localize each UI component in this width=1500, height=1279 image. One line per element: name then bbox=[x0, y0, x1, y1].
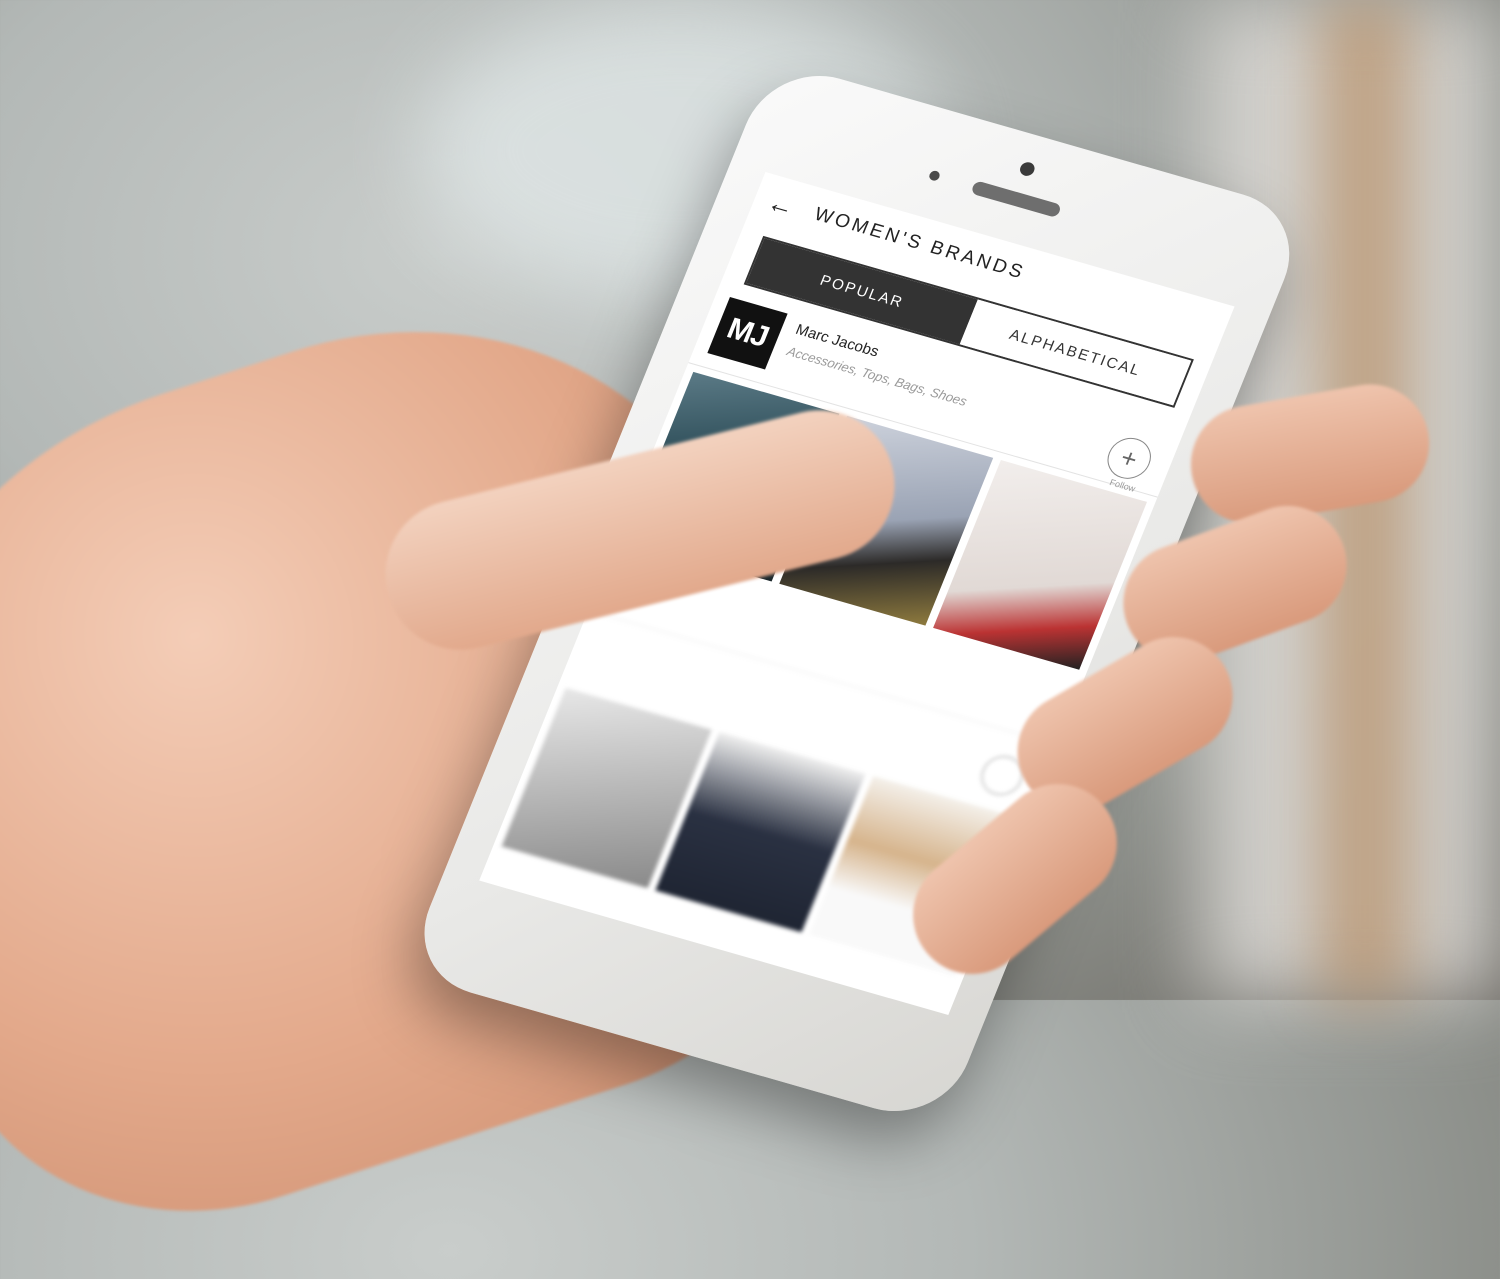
arrow-left-icon[interactable]: ← bbox=[763, 187, 799, 223]
front-camera bbox=[1017, 160, 1037, 178]
proximity-sensor bbox=[927, 169, 942, 182]
follow-button[interactable]: + bbox=[1101, 432, 1158, 484]
brand-logo: MJ bbox=[707, 297, 788, 370]
earpiece-speaker bbox=[970, 180, 1063, 219]
